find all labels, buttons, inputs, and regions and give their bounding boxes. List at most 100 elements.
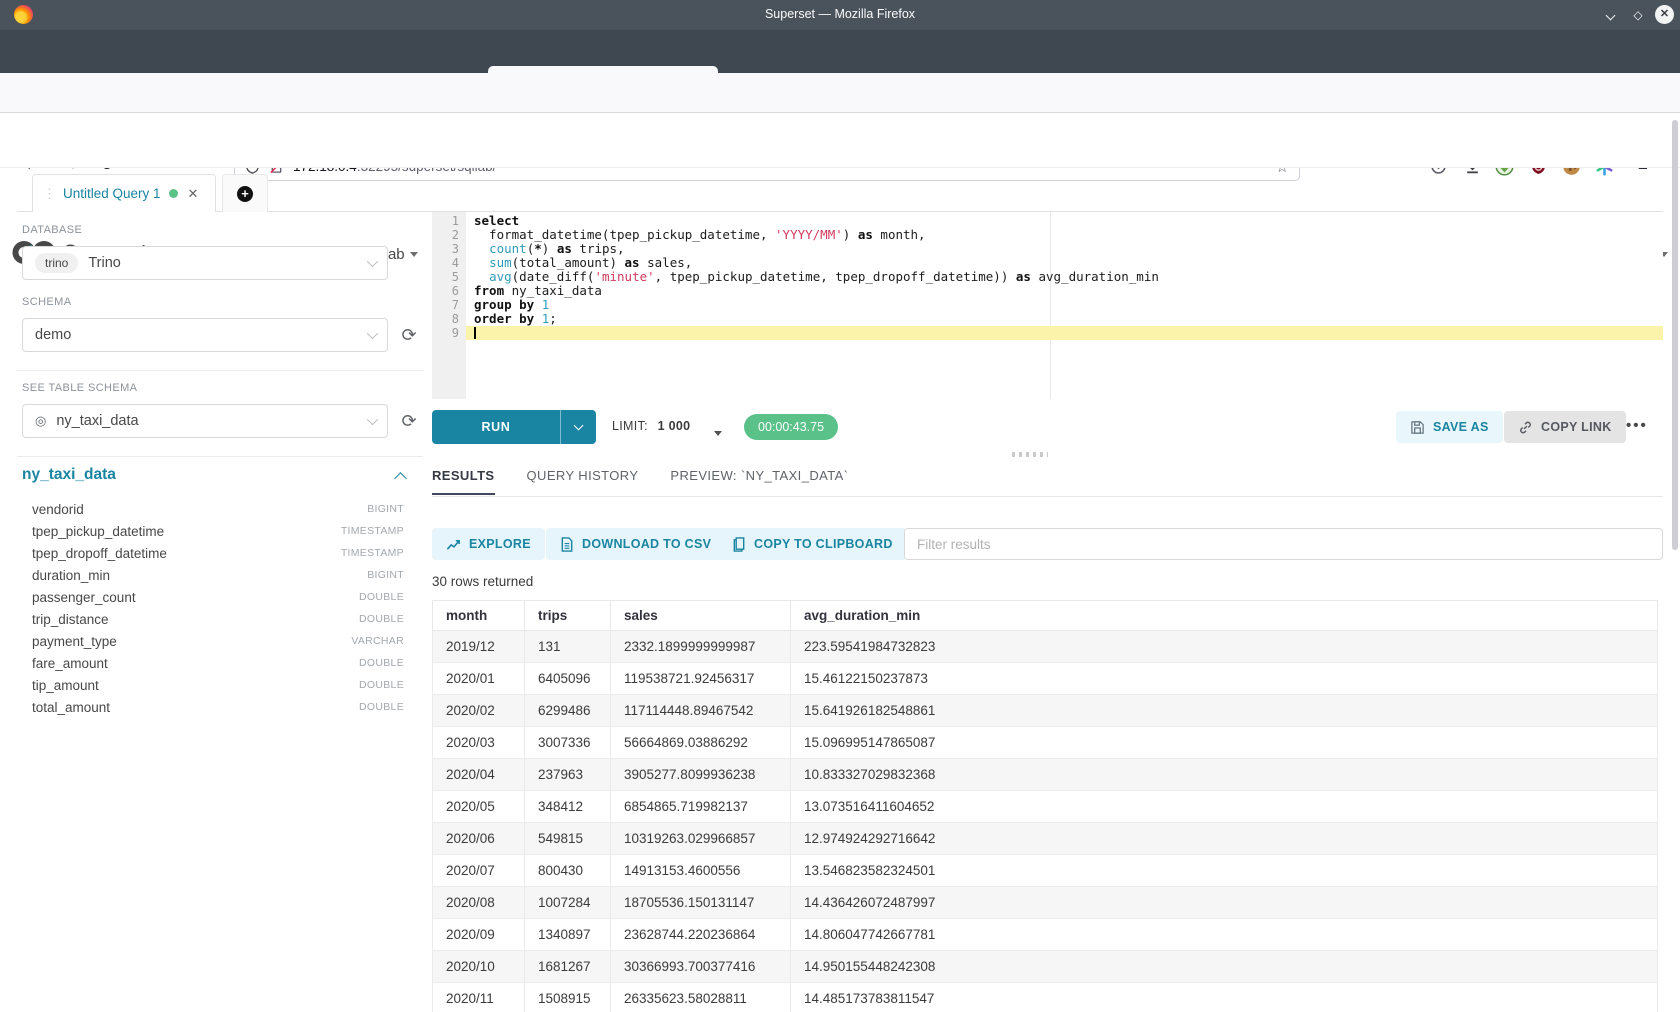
copy-to-clipboard-label: COPY TO CLIPBOARD xyxy=(754,537,893,551)
results-table-row: 2019/121312332.1899999999987223.59541984… xyxy=(433,631,1658,663)
line-number: 8 xyxy=(432,312,466,326)
save-icon xyxy=(1410,420,1425,435)
clipboard-icon xyxy=(732,537,746,552)
more-options-button[interactable]: ••• xyxy=(1626,417,1648,434)
superset-header: Superset Dashboards Charts SQL Lab Data … xyxy=(0,113,1680,168)
results-column-header[interactable]: trips xyxy=(525,601,611,631)
results-table-row: 2020/0780043014913153.460055613.54682358… xyxy=(433,855,1658,887)
browser-navbar: ← → ⟳ 172.18.0.4:32295/superset/sqllab/ … xyxy=(0,73,1680,113)
schema-column-row: tpep_dropoff_datetime TIMESTAMP xyxy=(32,542,404,564)
results-table-row: 2020/09134089723628744.22023686414.80604… xyxy=(433,919,1658,951)
results-table-cell: 14.950155448242308 xyxy=(791,951,1658,983)
filter-results-input[interactable] xyxy=(904,528,1663,560)
copy-link-label: COPY LINK xyxy=(1541,420,1612,434)
run-dropdown-button[interactable] xyxy=(560,410,596,444)
query-tab-untitled-1[interactable]: ⋮ Untitled Query 1 ✕ xyxy=(32,174,216,212)
window-close-button[interactable]: ✕ xyxy=(1655,5,1674,24)
schema-column-row: vendoridBIGINT xyxy=(32,498,404,520)
editor-cursor xyxy=(474,327,476,339)
line-number: 1 xyxy=(432,214,466,228)
column-name: tpep_dropoff_datetime xyxy=(32,546,167,561)
results-table-row: 2020/053484126854865.71998213713.0735164… xyxy=(433,791,1658,823)
limit-control[interactable]: LIMIT: 1 000 xyxy=(612,419,690,433)
column-type: DOUBLE xyxy=(359,701,404,713)
results-table-cell: 2020/07 xyxy=(433,855,525,887)
refresh-table-icon[interactable]: ⟳ xyxy=(398,410,420,432)
results-table-cell: 2020/09 xyxy=(433,919,525,951)
editor-line-numbers: 123456789 xyxy=(432,214,466,340)
results-table-cell: 13.546823582324501 xyxy=(791,855,1658,887)
column-type: DOUBLE xyxy=(359,657,404,669)
results-column-header[interactable]: month xyxy=(433,601,525,631)
results-table-cell: 1340897 xyxy=(525,919,611,951)
results-table-row: 2020/026299486117114448.8946754215.64192… xyxy=(433,695,1658,727)
limit-value: 1 000 xyxy=(658,419,691,433)
results-table-cell: 2020/02 xyxy=(433,695,525,727)
line-number: 7 xyxy=(432,298,466,312)
window-maximize-button[interactable]: ◇ xyxy=(1629,6,1647,24)
column-type: BIGINT xyxy=(367,503,404,515)
sql-editor[interactable]: 123456789 select format_datetime(tpep_pi… xyxy=(432,212,1663,399)
copy-to-clipboard-button[interactable]: COPY TO CLIPBOARD xyxy=(718,528,907,560)
copy-link-button[interactable]: COPY LINK xyxy=(1504,411,1626,443)
download-csv-button[interactable]: DOWNLOAD TO CSV xyxy=(546,528,725,560)
results-table-row: 2020/0654981510319263.02996685712.974924… xyxy=(433,823,1658,855)
refresh-schema-icon[interactable]: ⟳ xyxy=(398,324,420,346)
query-tab-close-icon[interactable]: ✕ xyxy=(188,186,199,202)
schema-column-row: payment_typeVARCHAR xyxy=(32,630,404,652)
results-table-header: monthtripssalesavg_duration_min xyxy=(433,601,1658,631)
window-minimize-button[interactable] xyxy=(1601,6,1619,24)
line-number: 2 xyxy=(432,228,466,242)
run-button[interactable]: RUN xyxy=(432,410,596,444)
results-table-cell: 6854865.719982137 xyxy=(611,791,791,823)
limit-caret-icon[interactable] xyxy=(714,425,722,443)
window-scrollbar[interactable] xyxy=(1672,120,1678,550)
results-column-header[interactable]: sales xyxy=(611,601,791,631)
run-button-label: RUN xyxy=(432,410,560,444)
column-name: payment_type xyxy=(32,634,117,649)
results-table-cell: 1681267 xyxy=(525,951,611,983)
results-table-cell: 14.806047742667781 xyxy=(791,919,1658,951)
results-table-cell: 549815 xyxy=(525,823,611,855)
results-table-cell: 2020/01 xyxy=(433,663,525,695)
line-number: 4 xyxy=(432,256,466,270)
results-table-cell: 2020/10 xyxy=(433,951,525,983)
column-type: DOUBLE xyxy=(359,679,404,691)
database-value: Trino xyxy=(88,255,121,271)
pane-drag-handle[interactable] xyxy=(1012,452,1048,457)
column-type: TIMESTAMP xyxy=(341,547,404,559)
results-column-header[interactable]: avg_duration_min xyxy=(791,601,1658,631)
collapse-table-icon[interactable] xyxy=(394,472,407,485)
see-table-schema-label: SEE TABLE SCHEMA xyxy=(22,382,137,394)
results-table-row: 2020/016405096119538721.9245631715.46122… xyxy=(433,663,1658,695)
schema-column-row: trip_distanceDOUBLE xyxy=(32,608,404,630)
column-name: tip_amount xyxy=(32,678,99,693)
column-name: tpep_pickup_datetime xyxy=(32,524,164,539)
tab-preview-table[interactable]: PREVIEW: `NY_TAXI_DATA` xyxy=(670,468,848,495)
results-table-cell: 2020/11 xyxy=(433,983,525,1012)
results-table-cell: 14.485173783811547 xyxy=(791,983,1658,1012)
code-line xyxy=(466,326,1663,340)
results-table-cell: 117114448.89467542 xyxy=(611,695,791,727)
line-number: 6 xyxy=(432,284,466,298)
tab-query-history[interactable]: QUERY HISTORY xyxy=(527,468,639,495)
query-status-dot xyxy=(169,189,178,198)
database-select[interactable]: trino Trino xyxy=(22,246,388,280)
schema-select[interactable]: demo xyxy=(22,318,388,352)
tab-results[interactable]: RESULTS xyxy=(432,468,495,495)
results-table-cell: 800430 xyxy=(525,855,611,887)
new-query-tab-button[interactable]: + xyxy=(222,174,268,212)
results-table-cell: 1007284 xyxy=(525,887,611,919)
table-select[interactable]: ◎ ny_taxi_data xyxy=(22,404,388,438)
save-as-button[interactable]: SAVE AS xyxy=(1396,411,1503,443)
editor-code-area[interactable]: select format_datetime(tpep_pickup_datet… xyxy=(466,214,1663,340)
table-value: ny_taxi_data xyxy=(56,413,138,429)
results-table-cell: 15.096995147865087 xyxy=(791,727,1658,759)
code-line: count(*) as trips, xyxy=(466,242,1663,256)
code-line: avg(date_diff('minute', tpep_pickup_date… xyxy=(466,270,1663,284)
results-table-cell: 2020/03 xyxy=(433,727,525,759)
column-name: trip_distance xyxy=(32,612,109,627)
results-table-cell: 3905277.8099936238 xyxy=(611,759,791,791)
explore-button[interactable]: EXPLORE xyxy=(432,528,545,560)
results-table-cell: 2019/12 xyxy=(433,631,525,663)
